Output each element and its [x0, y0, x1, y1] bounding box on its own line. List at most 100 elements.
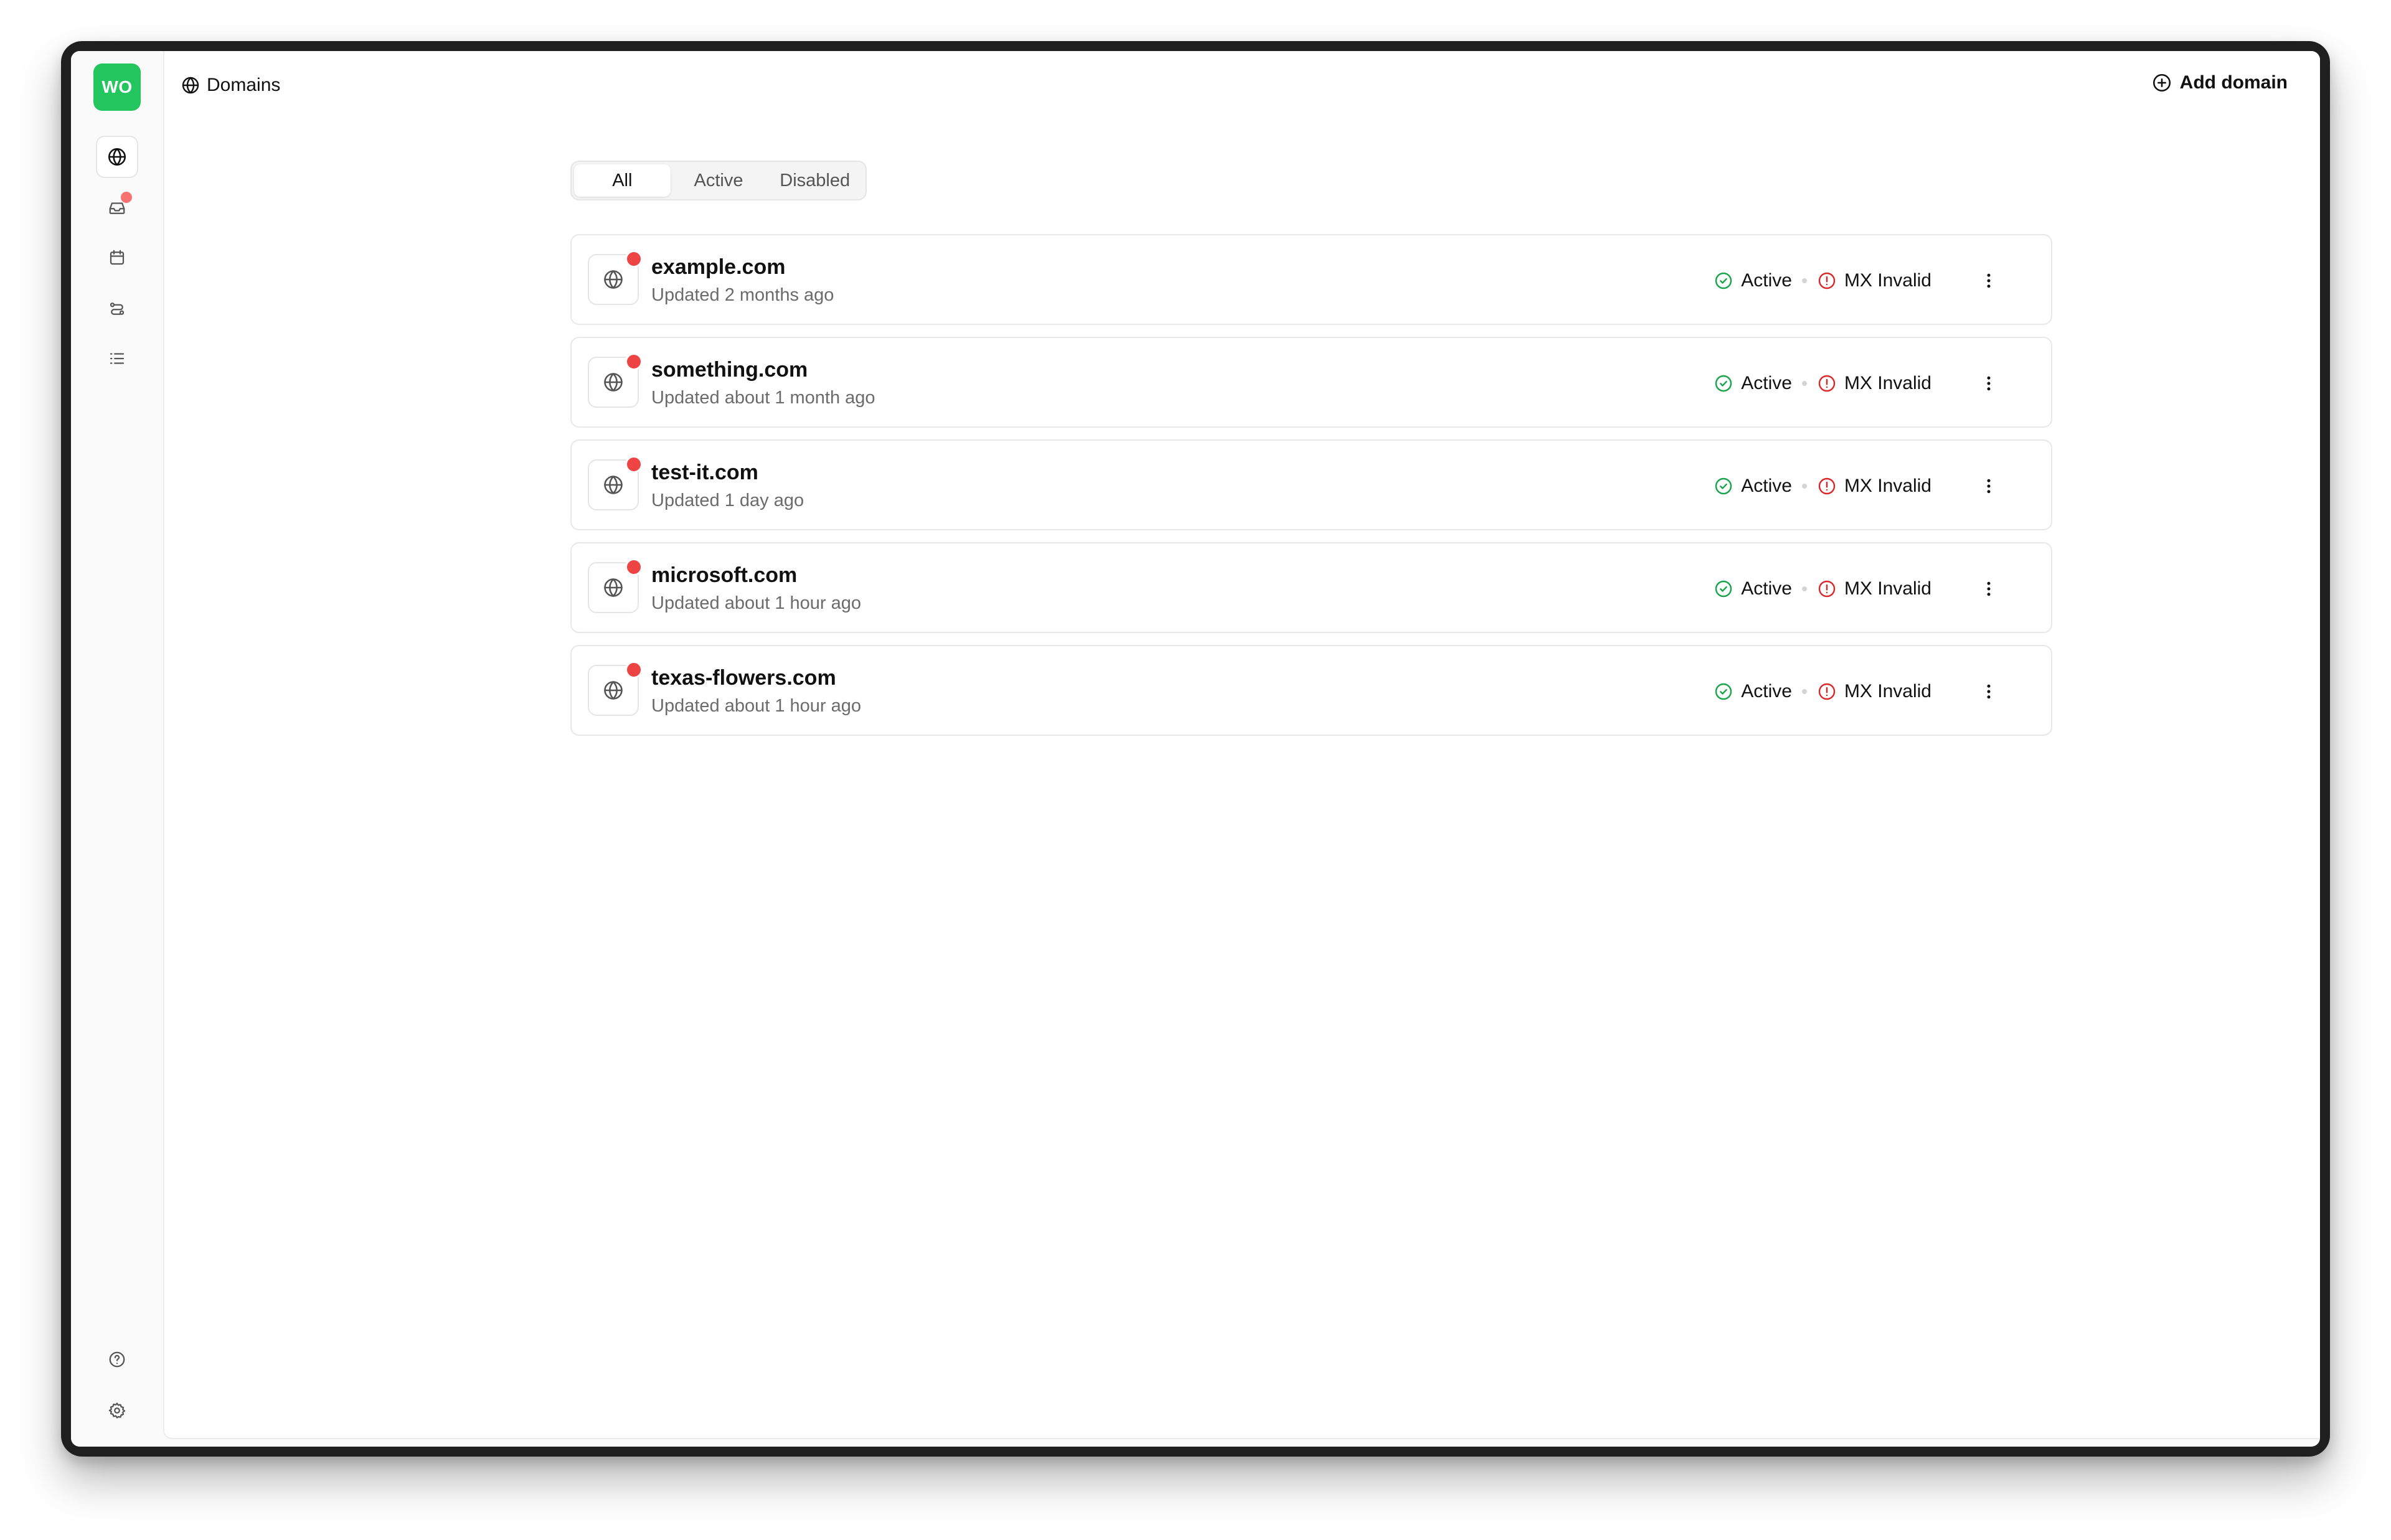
mx-label: MX Invalid — [1844, 270, 1931, 291]
alert-circle-icon — [1818, 272, 1836, 289]
more-vertical-icon — [1987, 581, 1991, 596]
mx-label: MX Invalid — [1844, 578, 1931, 599]
mx-label: MX Invalid — [1844, 681, 1931, 702]
plus-circle-icon — [2153, 73, 2171, 92]
alert-circle-icon — [1818, 580, 1836, 598]
domain-row[interactable]: test-it.com Updated 1 day ago Active MX … — [570, 439, 2052, 530]
status-label: Active — [1741, 578, 1792, 599]
globe-icon — [604, 476, 623, 494]
domain-list: example.com Updated 2 months ago Active … — [570, 234, 2052, 748]
domain-row[interactable]: microsoft.com Updated about 1 hour ago A… — [570, 542, 2052, 633]
mx-status[interactable]: MX Invalid — [1817, 373, 1931, 394]
globe-icon — [604, 578, 623, 597]
sidebar-item-inbox[interactable] — [96, 187, 138, 229]
sidebar: WO — [71, 51, 163, 1447]
status-label: Active — [1741, 373, 1792, 393]
globe-icon — [182, 77, 199, 94]
filter-tabs: All Active Disabled — [570, 161, 867, 200]
unread-dot — [625, 353, 643, 370]
status-label: Active — [1741, 476, 1792, 496]
mx-label: MX Invalid — [1844, 373, 1931, 393]
separator-dot — [1801, 586, 1807, 591]
active-status: Active — [1714, 578, 1792, 599]
globe-icon — [604, 270, 623, 289]
domain-name[interactable]: something.com — [651, 358, 808, 382]
status-label: Active — [1741, 681, 1792, 702]
mx-status[interactable]: MX Invalid — [1817, 270, 1931, 291]
separator-dot — [1801, 278, 1807, 283]
status-area: Active MX Invalid — [1714, 235, 2001, 326]
calendar-icon — [110, 250, 125, 265]
sidebar-item-domains[interactable] — [96, 136, 138, 178]
alert-circle-icon — [1818, 477, 1836, 495]
sidebar-item-list[interactable] — [96, 337, 138, 380]
workspace-logo[interactable]: WO — [93, 63, 141, 111]
domain-updated: Updated about 1 hour ago — [651, 593, 861, 613]
more-vertical-icon — [1987, 376, 1991, 391]
active-status: Active — [1714, 681, 1792, 702]
domain-name[interactable]: example.com — [651, 255, 785, 279]
alert-circle-icon — [1818, 375, 1836, 392]
unread-dot — [625, 250, 643, 268]
separator-dot — [1801, 689, 1807, 694]
check-circle-icon — [1715, 272, 1732, 289]
status-label: Active — [1741, 270, 1792, 291]
domain-avatar — [588, 558, 643, 613]
status-area: Active MX Invalid — [1714, 646, 2001, 737]
list-icon — [110, 353, 125, 364]
mx-status[interactable]: MX Invalid — [1817, 681, 1931, 702]
more-options-button[interactable] — [1976, 679, 2001, 704]
app-window: WO Domains Add domain All Active Disable… — [71, 51, 2320, 1447]
domain-name[interactable]: test-it.com — [651, 461, 758, 485]
sidebar-item-workflows[interactable] — [96, 288, 138, 330]
domain-avatar — [588, 353, 643, 408]
check-circle-icon — [1715, 580, 1732, 598]
tab-active[interactable]: Active — [671, 164, 767, 197]
separator-dot — [1801, 484, 1807, 489]
unread-dot — [625, 661, 643, 678]
globe-icon — [108, 148, 126, 166]
mx-status[interactable]: MX Invalid — [1817, 476, 1931, 497]
tab-all[interactable]: All — [574, 164, 671, 197]
help-button[interactable] — [96, 1338, 138, 1381]
breadcrumb: Domains — [181, 75, 280, 96]
more-options-button[interactable] — [1976, 268, 2001, 293]
domain-name[interactable]: texas-flowers.com — [651, 666, 836, 690]
domain-row[interactable]: example.com Updated 2 months ago Active … — [570, 234, 2052, 325]
check-circle-icon — [1715, 477, 1732, 495]
more-vertical-icon — [1987, 479, 1991, 494]
notification-badge — [121, 192, 132, 203]
more-options-button[interactable] — [1976, 474, 2001, 499]
domain-name[interactable]: microsoft.com — [651, 563, 797, 588]
mx-status[interactable]: MX Invalid — [1817, 578, 1931, 599]
add-domain-label: Add domain — [2179, 72, 2288, 93]
domain-avatar — [588, 661, 643, 716]
separator-dot — [1801, 381, 1807, 386]
domain-updated: Updated about 1 month ago — [651, 388, 875, 408]
more-vertical-icon — [1987, 684, 1991, 699]
help-icon — [109, 1351, 125, 1368]
globe-icon — [604, 681, 623, 700]
tab-disabled[interactable]: Disabled — [766, 164, 863, 197]
add-domain-button[interactable]: Add domain — [2151, 72, 2288, 93]
settings-icon — [108, 1402, 126, 1419]
domain-row[interactable]: texas-flowers.com Updated about 1 hour a… — [570, 645, 2052, 736]
domain-updated: Updated 1 day ago — [651, 491, 804, 510]
active-status: Active — [1714, 373, 1792, 394]
domain-avatar — [588, 250, 643, 305]
check-circle-icon — [1715, 683, 1732, 700]
mx-label: MX Invalid — [1844, 476, 1931, 496]
sidebar-item-calendar[interactable] — [96, 237, 138, 279]
check-circle-icon — [1715, 375, 1732, 392]
more-options-button[interactable] — [1976, 371, 2001, 396]
status-area: Active MX Invalid — [1714, 543, 2001, 634]
alert-circle-icon — [1818, 683, 1836, 700]
domain-updated: Updated 2 months ago — [651, 285, 834, 305]
workflow-icon — [110, 303, 125, 315]
more-options-button[interactable] — [1976, 576, 2001, 601]
settings-button[interactable] — [96, 1389, 138, 1432]
page-title: Domains — [207, 75, 281, 95]
more-vertical-icon — [1987, 273, 1991, 288]
domain-row[interactable]: something.com Updated about 1 month ago … — [570, 337, 2052, 428]
unread-dot — [625, 558, 643, 576]
